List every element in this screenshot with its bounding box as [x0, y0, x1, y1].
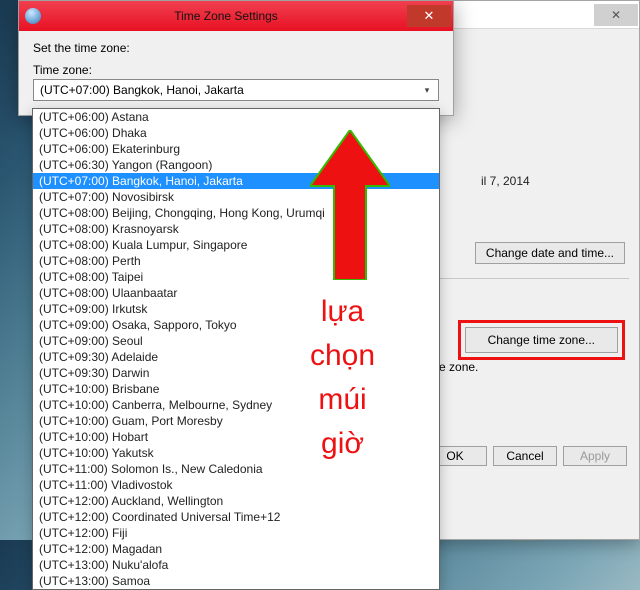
annotation-line-2: chọn: [310, 334, 375, 378]
time-zone-option[interactable]: (UTC+12:00) Coordinated Universal Time+1…: [33, 509, 439, 525]
close-icon[interactable]: ✕: [407, 5, 451, 27]
time-zone-option[interactable]: (UTC+09:00) Irkutsk: [33, 301, 439, 317]
set-time-zone-label: Set the time zone:: [33, 41, 439, 55]
time-zone-option[interactable]: (UTC+10:00) Guam, Port Moresby: [33, 413, 439, 429]
time-zone-settings-window: Time Zone Settings ✕ Set the time zone: …: [18, 0, 454, 116]
change-time-zone-highlight: Change time zone...: [458, 320, 625, 360]
annotation-line-3: múi: [310, 378, 375, 422]
time-zone-option[interactable]: (UTC+09:00) Osaka, Sapporo, Tokyo: [33, 317, 439, 333]
date-text: il 7, 2014: [481, 174, 629, 188]
change-date-time-label: Change date and time...: [486, 246, 614, 260]
change-date-time-button[interactable]: Change date and time...: [475, 242, 625, 264]
time-zone-option[interactable]: (UTC+10:00) Brisbane: [33, 381, 439, 397]
change-time-zone-button[interactable]: Change time zone...: [465, 327, 618, 353]
annotation-text: lựa chọn múi giờ: [310, 290, 375, 466]
apply-button[interactable]: Apply: [563, 446, 627, 466]
time-zone-option[interactable]: (UTC+08:00) Ulaanbaatar: [33, 285, 439, 301]
time-zone-option[interactable]: (UTC+10:00) Hobart: [33, 429, 439, 445]
time-zone-option[interactable]: (UTC+12:00) Magadan: [33, 541, 439, 557]
time-zone-option[interactable]: (UTC+09:30) Darwin: [33, 365, 439, 381]
tz-titlebar: Time Zone Settings ✕: [19, 1, 453, 31]
time-zone-option[interactable]: (UTC+13:00) Samoa: [33, 573, 439, 589]
globe-icon: [25, 8, 41, 24]
close-icon[interactable]: ✕: [594, 4, 638, 26]
chevron-down-icon: ▾: [420, 83, 434, 97]
annotation-line-1: lựa: [310, 290, 375, 334]
time-zone-option[interactable]: (UTC+10:00) Yakutsk: [33, 445, 439, 461]
time-zone-option[interactable]: (UTC+12:00) Auckland, Wellington: [33, 493, 439, 509]
change-time-zone-label: Change time zone...: [488, 333, 595, 347]
time-zone-option[interactable]: (UTC+10:00) Canberra, Melbourne, Sydney: [33, 397, 439, 413]
time-zone-option[interactable]: (UTC+09:00) Seoul: [33, 333, 439, 349]
time-zone-option[interactable]: (UTC+13:00) Nuku'alofa: [33, 557, 439, 573]
dialog-buttons: OK Cancel Apply: [423, 446, 627, 466]
annotation-line-4: giờ: [310, 422, 375, 466]
time-zone-option[interactable]: (UTC+12:00) Fiji: [33, 525, 439, 541]
time-zone-option[interactable]: (UTC+11:00) Vladivostok: [33, 477, 439, 493]
time-zone-label: Time zone:: [33, 63, 439, 77]
change-date-time-button-wrap: Change date and time...: [475, 242, 625, 264]
tz-body: Set the time zone: Time zone: (UTC+07:00…: [19, 31, 453, 115]
time-zone-option[interactable]: (UTC+11:00) Solomon Is., New Caledonia: [33, 461, 439, 477]
time-zone-selected-value: (UTC+07:00) Bangkok, Hanoi, Jakarta: [40, 83, 244, 97]
annotation-arrow: [310, 130, 390, 280]
cancel-button[interactable]: Cancel: [493, 446, 557, 466]
time-zone-option[interactable]: (UTC+09:30) Adelaide: [33, 349, 439, 365]
time-zone-combobox[interactable]: (UTC+07:00) Bangkok, Hanoi, Jakarta ▾: [33, 79, 439, 101]
time-zone-option[interactable]: (UTC+06:00) Astana: [33, 109, 439, 125]
tz-title: Time Zone Settings: [47, 9, 405, 23]
